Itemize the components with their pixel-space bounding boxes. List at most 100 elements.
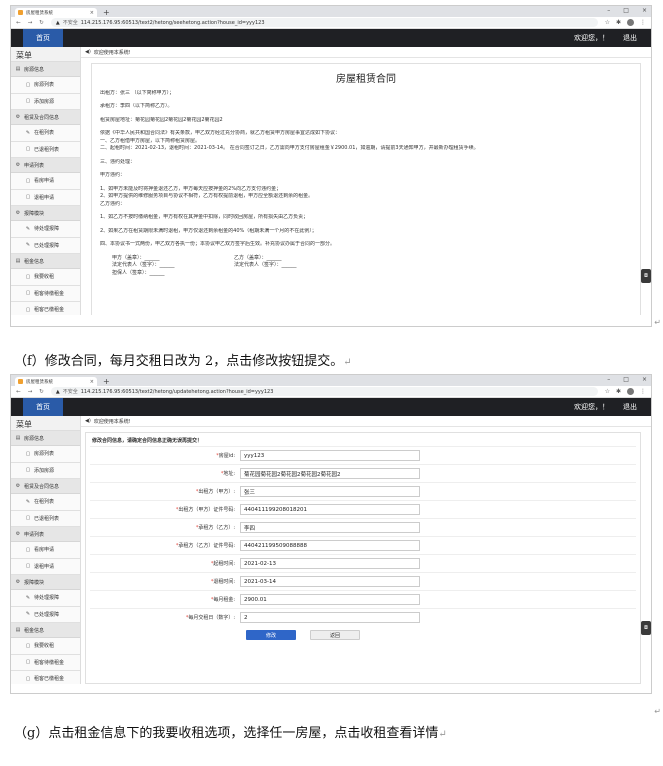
form-row-lessor: *出租方（甲方）: 张三 xyxy=(90,482,636,500)
sidebar-item-return-requests[interactable]: ▢ 退租申请 xyxy=(11,558,80,575)
sidebar-item-renting[interactable]: ✎ 在租列表 xyxy=(11,125,80,142)
sidebar-item-pending-faults[interactable]: ✎ 待处理报障 xyxy=(11,221,80,238)
speaker-icon: ◀) xyxy=(85,49,91,55)
caption-text: （f）修改合同，每月交租日改为 2，点击修改按钮提交。 xyxy=(14,354,344,369)
new-tab-icon[interactable]: + xyxy=(103,377,110,386)
sidebar-item-add-house[interactable]: ▢ 添加房源 xyxy=(11,462,80,479)
contract-line: 乙方违约： xyxy=(100,200,126,207)
field-label: *出租方（甲方）证件号码: xyxy=(175,507,235,513)
end-date-input[interactable]: 2021-03-14 xyxy=(240,576,420,587)
sidebar-group-house[interactable]: ▤ 房源信息 xyxy=(11,431,80,446)
forward-icon[interactable]: → xyxy=(28,20,33,26)
item-label: 在租列表 xyxy=(34,130,55,137)
sidebar-item-renting[interactable]: ✎ 在租列表 xyxy=(11,494,80,511)
more-menu-icon[interactable]: ⋮ xyxy=(640,388,646,395)
url-text: 114.215.176.95:60513/text2/hetong/update… xyxy=(80,388,274,395)
sidebar-group-faults[interactable]: ⚙ 报障模块 xyxy=(11,206,80,221)
sidebar-item-add-house[interactable]: ▢ 添加房源 xyxy=(11,93,80,110)
sidebar-group-rent[interactable]: ▤ 租金信息 xyxy=(11,623,80,638)
url-field[interactable]: ▲ 不安全 114.215.176.95:60513/text2/hetong/… xyxy=(50,387,598,396)
sidebar-group-rent[interactable]: ▤ 租金信息 xyxy=(11,254,80,269)
sign-field: 乙方（盖章）：______ xyxy=(234,254,282,261)
lessor-id-input[interactable]: 440411199208018201 xyxy=(240,504,420,515)
contract-line: 四、本协议书一式两份，甲乙双方各执一份；本协议甲乙双方签字后生效。补充协议办属于… xyxy=(100,241,336,247)
submit-edit-button[interactable]: 修改 xyxy=(246,630,296,640)
browser-tab[interactable]: 房屋租赁系统 × xyxy=(15,377,97,386)
extensions-icon[interactable]: ✱ xyxy=(616,19,621,26)
window-controls: – □ × xyxy=(607,7,647,14)
more-menu-icon[interactable]: ⋮ xyxy=(640,19,646,26)
sidebar-item-unpaid-rent[interactable]: ▢ 租客待缴租金 xyxy=(11,654,80,671)
bookmark-star-icon[interactable]: ☆ xyxy=(605,388,610,395)
sidebar-item-viewing-requests[interactable]: ▢ 看房申请 xyxy=(11,173,80,190)
sidebar-item-house-list[interactable]: ▢ 房源列表 xyxy=(11,446,80,463)
sidebar-group-requests[interactable]: ⚙ 申请列表 xyxy=(11,158,80,173)
sidebar-item-viewing-requests[interactable]: ▢ 看房申请 xyxy=(11,542,80,559)
maximize-icon[interactable]: □ xyxy=(623,376,629,383)
home-nav-button[interactable]: 首页 xyxy=(23,29,63,47)
item-label: 租客待缴租金 xyxy=(34,659,65,666)
forward-icon[interactable]: → xyxy=(28,389,33,395)
back-button[interactable]: 返回 xyxy=(310,630,360,640)
profile-avatar-icon[interactable] xyxy=(627,19,634,26)
pay-day-input[interactable]: 2 xyxy=(240,612,420,623)
sidebar-group-lease[interactable]: ⚙ 租赁及合同信息 xyxy=(11,110,80,125)
sidebar-item-collect-rent[interactable]: ▢ 我要收租 xyxy=(11,269,80,286)
extensions-icon[interactable]: ✱ xyxy=(616,388,621,395)
lessee-id-input[interactable]: 440421199509088888 xyxy=(240,540,420,551)
gear-icon: ⚙ xyxy=(15,483,21,489)
monthly-rent-input[interactable]: 2900.01 xyxy=(240,594,420,605)
sidebar-item-pending-faults[interactable]: ✎ 待处理报障 xyxy=(11,590,80,607)
sidebar-item-paid-rent[interactable]: ▢ 租客已缴租金 xyxy=(11,671,80,684)
profile-avatar-icon[interactable] xyxy=(627,388,634,395)
house-id-input[interactable]: yyy123 xyxy=(240,450,420,461)
sidebar-item-returned[interactable]: ▢ 已退租列表 xyxy=(11,510,80,527)
close-tab-icon[interactable]: × xyxy=(90,379,94,385)
logout-link[interactable]: 退出 xyxy=(623,33,637,43)
item-label: 待处理报障 xyxy=(34,226,60,233)
group-label: 租赁及合同信息 xyxy=(24,114,60,121)
home-nav-button[interactable]: 首页 xyxy=(23,398,63,416)
tab-title: 房屋租赁系统 xyxy=(26,379,53,385)
sidebar-group-faults[interactable]: ⚙ 报障模块 xyxy=(11,575,80,590)
start-date-input[interactable]: 2021-02-13 xyxy=(240,558,420,569)
minimize-icon[interactable]: – xyxy=(607,376,610,383)
sidebar-item-unpaid-rent[interactable]: ▢ 租客待缴租金 xyxy=(11,285,80,302)
minimize-icon[interactable]: – xyxy=(607,7,610,14)
address-input[interactable]: 菊花园菊花园2菊花园2菊花园2菊花园2 xyxy=(240,468,420,479)
sidebar-menu: 菜单 ▤ 房源信息 ▢ 房源列表 ▢ 添加房源 ⚙ 租赁及合同信息 ✎ 在租列表 ▢ 已退租… xyxy=(11,47,81,315)
reload-icon[interactable]: ↻ xyxy=(39,389,44,395)
floating-side-icon[interactable]: ◘ xyxy=(641,621,651,635)
close-window-icon[interactable]: × xyxy=(642,376,647,383)
url-field[interactable]: ▲ 不安全 114.215.176.95:60513/text2/hetong/… xyxy=(50,18,598,27)
welcome-text: 欢迎使用本系统! xyxy=(93,418,131,425)
sidebar-item-handled-faults[interactable]: ✎ 已处理报障 xyxy=(11,606,80,623)
sidebar-item-collect-rent[interactable]: ▢ 我要收租 xyxy=(11,638,80,655)
browser-tab[interactable]: 房屋租赁系统 × xyxy=(15,8,97,17)
close-tab-icon[interactable]: × xyxy=(90,10,94,16)
sidebar-item-handled-faults[interactable]: ✎ 已处理报障 xyxy=(11,237,80,254)
close-window-icon[interactable]: × xyxy=(642,7,647,14)
gear-icon: ⚙ xyxy=(15,210,21,216)
sidebar-group-house[interactable]: ▤ 房源信息 xyxy=(11,62,80,77)
maximize-icon[interactable]: □ xyxy=(623,7,629,14)
lessor-input[interactable]: 张三 xyxy=(240,486,420,497)
reload-icon[interactable]: ↻ xyxy=(39,20,44,26)
logout-link[interactable]: 退出 xyxy=(623,402,637,412)
item-label: 退租申请 xyxy=(34,194,55,201)
sidebar-group-requests[interactable]: ⚙ 申请列表 xyxy=(11,527,80,542)
wrench-icon: ✎ xyxy=(25,225,31,232)
back-icon[interactable]: ← xyxy=(16,20,21,26)
lessee-input[interactable]: 李四 xyxy=(240,522,420,533)
back-icon[interactable]: ← xyxy=(16,389,21,395)
floating-side-icon[interactable]: ◘ xyxy=(641,269,651,283)
item-label: 房源列表 xyxy=(34,82,55,89)
sidebar-item-returned[interactable]: ▢ 已退租列表 xyxy=(11,141,80,158)
sidebar-item-return-requests[interactable]: ▢ 退租申请 xyxy=(11,189,80,206)
new-tab-icon[interactable]: + xyxy=(103,8,110,17)
field-label: *每月交租日（数字）: xyxy=(185,615,235,621)
sidebar-item-paid-rent[interactable]: ▢ 租客已缴租金 xyxy=(11,302,80,315)
bookmark-star-icon[interactable]: ☆ xyxy=(605,19,610,26)
sidebar-item-house-list[interactable]: ▢ 房源列表 xyxy=(11,77,80,94)
sidebar-group-lease[interactable]: ⚙ 租赁及合同信息 xyxy=(11,479,80,494)
